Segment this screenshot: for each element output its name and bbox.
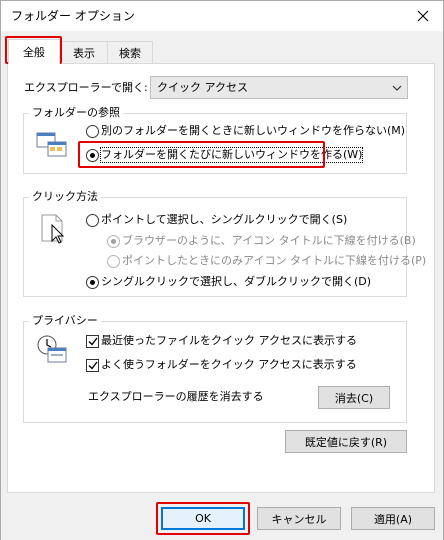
radio-underline-point[interactable] — [107, 255, 120, 268]
option-single-click-label: ポイントして選択し、シングルクリックで開く(S) — [101, 213, 348, 226]
browse-folders-title: フォルダーの参照 — [29, 106, 123, 120]
tab-label: 検索 — [119, 46, 141, 60]
open-explorer-label: エクスプローラーで開く: — [24, 81, 148, 94]
close-button[interactable] — [404, 1, 442, 31]
tab-general[interactable]: 全般 — [8, 39, 60, 64]
privacy-title: プライバシー — [29, 314, 101, 328]
option-underline-point-label: ポイントしたときにのみアイコン タイトルに下線を付ける(P) — [122, 254, 427, 267]
option-underline-browser-label: ブラウザーのように、アイコン タイトルに下線を付ける(B) — [122, 234, 416, 247]
option-recent-files-label: 最近使ったファイルをクイック アクセスに表示する — [101, 334, 357, 347]
radio-double-click[interactable] — [86, 276, 99, 289]
chevron-down-icon[interactable] — [386, 76, 408, 99]
pointer-click-icon — [38, 213, 68, 245]
open-explorer-select[interactable]: クイック アクセス — [150, 76, 408, 99]
browse-folders-icon — [36, 130, 68, 160]
click-method-title: クリック方法 — [29, 190, 101, 204]
radio-underline-browser[interactable] — [107, 235, 120, 248]
option-same-window-label: 別のフォルダーを開くときに新しいウィンドウを作らない(M) — [101, 124, 406, 137]
option-double-click-label: シングルクリックで選択し、ダブルクリックで開く(D) — [101, 275, 372, 288]
clear-history-label: エクスプローラーの履歴を消去する — [88, 390, 264, 403]
clear-history-button[interactable]: 消去(C) — [318, 386, 390, 409]
apply-button[interactable]: 適用(A) — [351, 507, 435, 530]
restore-defaults-button[interactable]: 既定値に戻す(R) — [285, 430, 407, 453]
privacy-history-icon — [36, 334, 68, 364]
checkmark-icon — [88, 361, 98, 370]
open-explorer-value: クイック アクセス — [157, 80, 248, 94]
close-icon — [417, 10, 429, 22]
checkbox-recent-files[interactable] — [86, 335, 99, 348]
tab-label: 表示 — [73, 46, 95, 60]
tab-label: 全般 — [23, 46, 45, 59]
radio-single-click[interactable] — [86, 214, 99, 227]
window-title: フォルダー オプション — [11, 9, 135, 23]
highlight-box-new-window — [78, 141, 325, 168]
tab-search[interactable]: 検索 — [107, 41, 153, 63]
highlight-box-ok — [156, 502, 250, 535]
radio-same-window[interactable] — [86, 125, 99, 138]
option-frequent-folders-label: よく使うフォルダーをクイック アクセスに表示する — [101, 358, 357, 371]
cancel-button[interactable]: キャンセル — [257, 507, 341, 530]
checkmark-icon — [88, 337, 98, 346]
checkbox-frequent-folders[interactable] — [86, 359, 99, 372]
tab-view[interactable]: 表示 — [60, 41, 108, 63]
